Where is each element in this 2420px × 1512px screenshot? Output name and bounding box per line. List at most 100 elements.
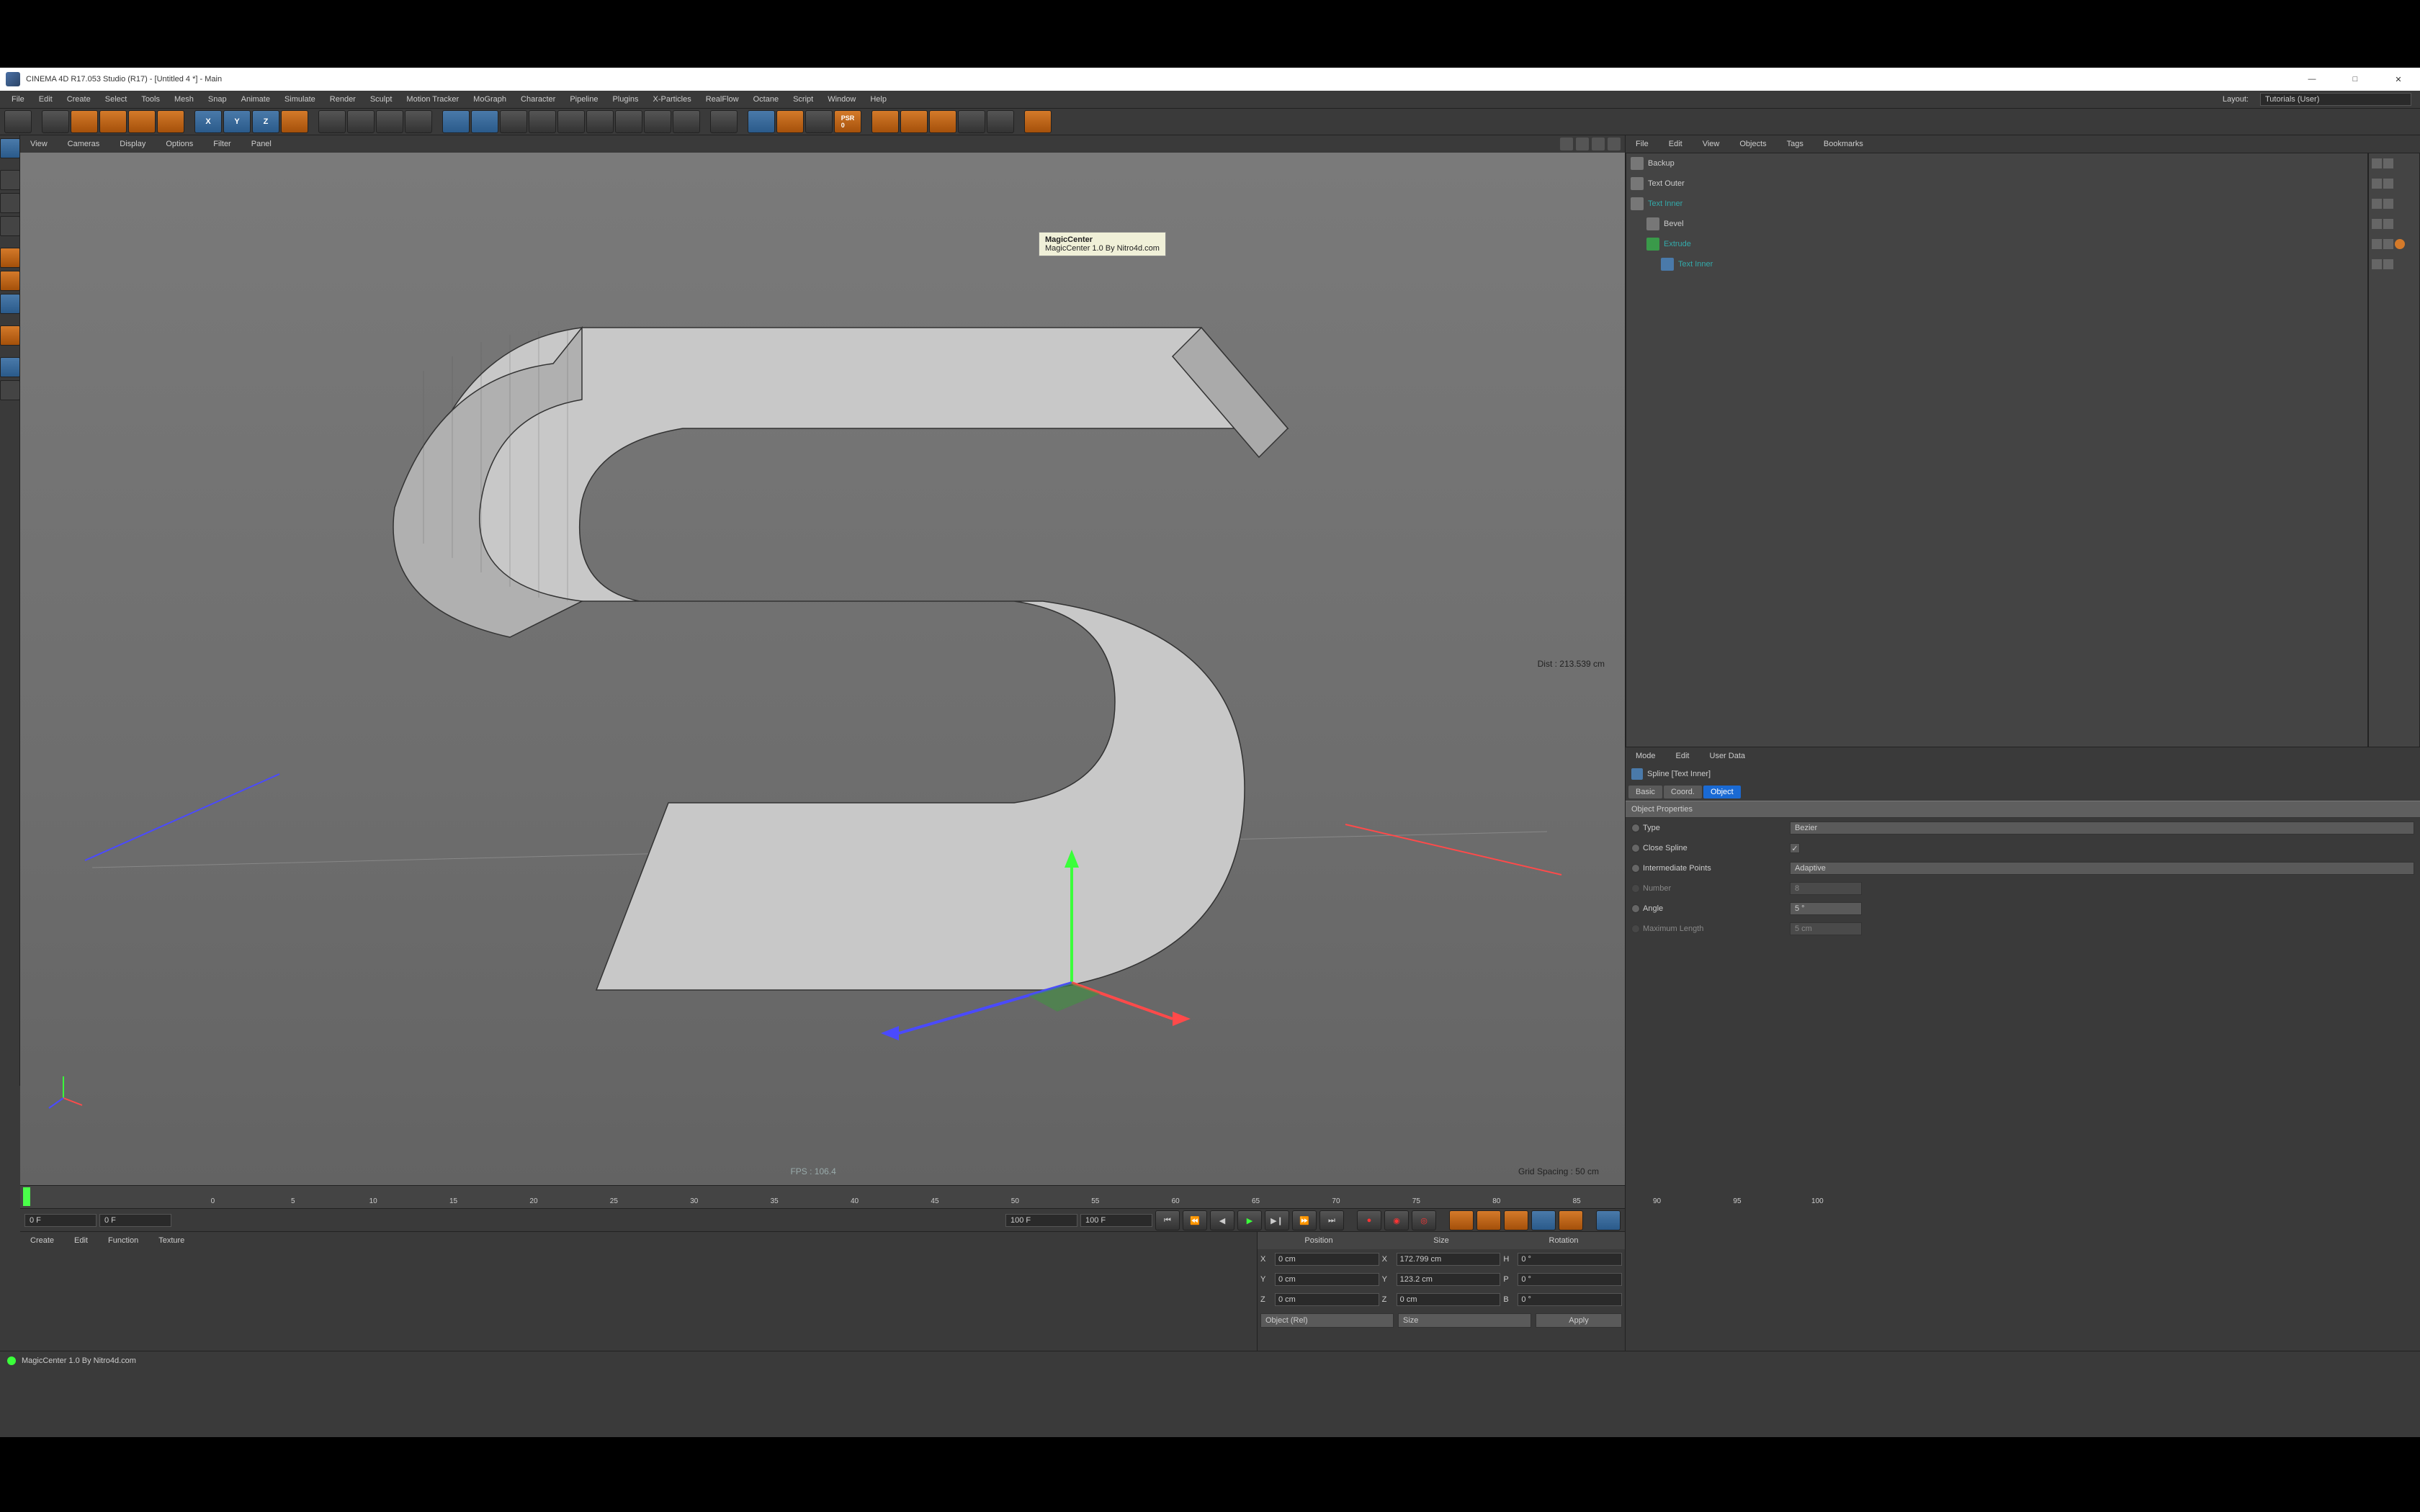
keyframe-sel-button[interactable]: ◎ — [1412, 1210, 1436, 1230]
param-knob[interactable] — [1631, 904, 1640, 913]
timeline-window-button[interactable] — [1596, 1210, 1621, 1230]
axis-mode-button[interactable] — [0, 325, 20, 346]
coord-pos-y[interactable]: 0 cm — [1275, 1273, 1379, 1286]
point-mode-button[interactable] — [0, 248, 20, 268]
prop-angle-value[interactable]: 5 ° — [1790, 902, 1862, 915]
timeline-range-end[interactable]: 100 F — [1080, 1214, 1152, 1227]
vp-nav-orbit-icon[interactable] — [1592, 138, 1605, 150]
material-manager[interactable]: Create Edit Function Texture — [20, 1232, 1258, 1351]
om-menu-edit[interactable]: Edit — [1659, 140, 1693, 148]
goto-end-button[interactable]: ⏭ — [1319, 1210, 1344, 1230]
autokey-button[interactable]: ◉ — [1384, 1210, 1409, 1230]
key-pos-button[interactable] — [1449, 1210, 1474, 1230]
coord-size-z[interactable]: 0 cm — [1397, 1293, 1501, 1306]
next-frame-button[interactable]: ▶❙ — [1265, 1210, 1289, 1230]
menu-animate[interactable]: Animate — [234, 95, 277, 104]
param-knob[interactable] — [1631, 844, 1640, 852]
psr-reset-button[interactable]: PSR0 — [834, 110, 861, 133]
add-spline-button[interactable] — [471, 110, 498, 133]
key-rot-button[interactable] — [1504, 1210, 1528, 1230]
vp-nav-pan-icon[interactable] — [1560, 138, 1573, 150]
menu-edit[interactable]: Edit — [32, 95, 60, 104]
toolbar-button-grey1[interactable] — [958, 110, 985, 133]
render-toggle[interactable] — [2383, 239, 2393, 249]
add-light-button[interactable] — [644, 110, 671, 133]
am-menu-mode[interactable]: Mode — [1626, 752, 1666, 760]
om-menu-bookmarks[interactable]: Bookmarks — [1814, 140, 1873, 148]
make-editable-button[interactable] — [0, 138, 20, 158]
add-cube-button[interactable] — [442, 110, 470, 133]
plugin-button-1[interactable] — [710, 110, 738, 133]
visibility-toggle[interactable] — [2372, 259, 2382, 269]
vp-menu-options[interactable]: Options — [156, 140, 203, 148]
coord-pos-z[interactable]: 0 cm — [1275, 1293, 1379, 1306]
render-toggle[interactable] — [2383, 219, 2393, 229]
add-camera-button[interactable] — [615, 110, 642, 133]
scale-tool-button[interactable] — [99, 110, 127, 133]
coord-rot-p[interactable]: 0 ° — [1518, 1273, 1622, 1286]
menu-mograph[interactable]: MoGraph — [466, 95, 514, 104]
layout-dropdown[interactable]: Tutorials (User) — [2260, 93, 2411, 106]
texture-mode-button[interactable] — [0, 193, 20, 213]
render-pv-button[interactable] — [376, 110, 403, 133]
visibility-toggle[interactable] — [2372, 158, 2382, 168]
add-generator-button[interactable] — [529, 110, 556, 133]
menu-octane[interactable]: Octane — [746, 95, 786, 104]
render-toggle[interactable] — [2383, 158, 2393, 168]
window-close-button[interactable]: ✕ — [2377, 68, 2420, 91]
menu-select[interactable]: Select — [98, 95, 135, 104]
tab-coord[interactable]: Coord. — [1664, 786, 1702, 798]
coord-mode-a-dropdown[interactable]: Object (Rel) — [1260, 1313, 1394, 1328]
toolbar-button-grey2[interactable] — [987, 110, 1014, 133]
render-settings-button[interactable] — [405, 110, 432, 133]
tab-basic[interactable]: Basic — [1628, 786, 1662, 798]
menu-simulate[interactable]: Simulate — [277, 95, 323, 104]
undo-button[interactable] — [4, 110, 32, 133]
edge-mode-button[interactable] — [0, 271, 20, 291]
key-pla-button[interactable] — [1559, 1210, 1583, 1230]
key-scale-button[interactable] — [1476, 1210, 1501, 1230]
timeline-playhead[interactable] — [23, 1187, 30, 1206]
vp-nav-toggle-icon[interactable] — [1608, 138, 1621, 150]
vp-nav-zoom-icon[interactable] — [1576, 138, 1589, 150]
visibility-toggle[interactable] — [2372, 199, 2382, 209]
coord-system-button[interactable] — [281, 110, 308, 133]
om-menu-file[interactable]: File — [1626, 140, 1659, 148]
coord-rot-b[interactable]: 0 ° — [1518, 1293, 1622, 1306]
plugin-button-3[interactable] — [776, 110, 804, 133]
prop-closespline-checkbox[interactable]: ✓ — [1790, 843, 1800, 853]
timeline-end-field[interactable]: 100 F — [1005, 1214, 1077, 1227]
octane-button[interactable] — [1024, 110, 1052, 133]
align-button-3[interactable] — [929, 110, 956, 133]
vp-menu-panel[interactable]: Panel — [241, 140, 282, 148]
timeline-ruler[interactable]: 0510152025303540455055606570758085909510… — [20, 1186, 1625, 1209]
object-tree[interactable]: Backup Text Outer Text Inner Bevel Extru… — [1626, 153, 2368, 747]
coord-size-y[interactable]: 123.2 cm — [1397, 1273, 1501, 1286]
window-maximize-button[interactable]: □ — [2334, 68, 2377, 91]
visibility-toggle[interactable] — [2372, 239, 2382, 249]
add-nurbs-button[interactable] — [500, 110, 527, 133]
mat-menu-texture[interactable]: Texture — [148, 1236, 194, 1245]
menu-realflow[interactable]: RealFlow — [699, 95, 746, 104]
y-axis-lock[interactable]: Y — [223, 110, 251, 133]
add-environment-button[interactable] — [586, 110, 614, 133]
mat-menu-edit[interactable]: Edit — [64, 1236, 98, 1245]
polygon-mode-button[interactable] — [0, 294, 20, 314]
add-deformer-button[interactable] — [557, 110, 585, 133]
add-scene-button[interactable] — [673, 110, 700, 133]
plugin-button-2[interactable] — [748, 110, 775, 133]
timeline-start-field[interactable]: 0 F — [99, 1214, 171, 1227]
goto-start-button[interactable]: ⏮ — [1155, 1210, 1180, 1230]
vp-menu-view[interactable]: View — [20, 140, 58, 148]
prop-intermediate-value[interactable]: Adaptive — [1790, 862, 2414, 875]
render-toggle[interactable] — [2383, 179, 2393, 189]
coord-rot-h[interactable]: 0 ° — [1518, 1253, 1622, 1266]
param-knob[interactable] — [1631, 864, 1640, 873]
render-toggle[interactable] — [2383, 199, 2393, 209]
menu-render[interactable]: Render — [323, 95, 363, 104]
x-axis-lock[interactable]: X — [194, 110, 222, 133]
align-button-2[interactable] — [900, 110, 928, 133]
render-toggle[interactable] — [2383, 259, 2393, 269]
viewport-canvas[interactable]: Dist : 213.539 cm Grid Spacing : 50 cm F… — [20, 153, 1625, 1185]
viewport-solo-button[interactable] — [0, 357, 20, 377]
